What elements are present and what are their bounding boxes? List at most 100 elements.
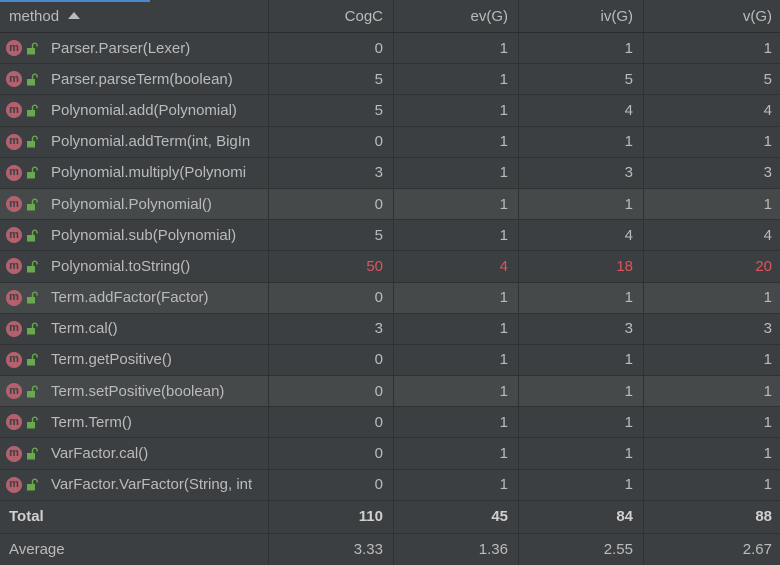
- metric-v: 1: [763, 382, 772, 400]
- method-icon: m: [6, 476, 22, 493]
- metric-v: 1: [763, 351, 772, 369]
- metric-ev: 1: [394, 438, 519, 469]
- unlocked-public-icon: [27, 478, 38, 491]
- table-row[interactable]: m Polynomial.toString() 50 4 18 20: [0, 251, 780, 283]
- unlocked-public-icon: [27, 42, 38, 55]
- metric-iv: 1: [519, 282, 644, 313]
- metric-iv: 1: [519, 344, 644, 376]
- unlocked-public-icon: [27, 135, 38, 148]
- unlocked-public-icon: [27, 260, 38, 273]
- column-header-ev[interactable]: ev(G): [394, 0, 519, 32]
- table-row[interactable]: m Polynomial.sub(Polynomial) 5 1 4 4: [0, 220, 780, 252]
- average-ev: 1.36: [394, 533, 519, 565]
- metric-iv: 4: [519, 220, 644, 251]
- metric-iv: 3: [519, 313, 644, 344]
- average-row: Average 3.33 1.36 2.55 2.67: [0, 533, 780, 565]
- method-icon: m: [6, 227, 22, 244]
- metric-iv: 4: [519, 95, 644, 126]
- unlocked-public-icon: [27, 447, 38, 460]
- method-cell: m Term.addFactor(Factor): [0, 282, 269, 313]
- table-row[interactable]: m Polynomial.multiply(Polynomi 3 1 3 3: [0, 157, 780, 189]
- metric-v: 1: [763, 476, 772, 494]
- metric-cogc: 0: [269, 344, 394, 376]
- metric-ev: 1: [394, 188, 519, 220]
- metric-ev: 1: [394, 64, 519, 95]
- table-body: m Parser.Parser(Lexer) 0 1 1 1 m Parser.parseTe…: [0, 33, 780, 501]
- method-cell: m Polynomial.sub(Polynomial): [0, 220, 269, 251]
- method-icon: m: [6, 383, 22, 400]
- table-row[interactable]: m Parser.parseTerm(boolean) 5 1 5 5: [0, 64, 780, 96]
- metric-iv: 1: [519, 126, 644, 157]
- metric-ev: 1: [394, 282, 519, 313]
- method-icon: m: [6, 445, 22, 462]
- metric-cogc: 0: [269, 126, 394, 157]
- method-icon: m: [6, 351, 22, 368]
- method-icon: m: [6, 320, 22, 337]
- metric-v: 3: [763, 164, 772, 182]
- total-v: 88: [755, 508, 772, 526]
- column-header-v-label: v(G): [742, 7, 772, 25]
- table-row[interactable]: m VarFactor.cal() 0 1 1 1: [0, 438, 780, 470]
- unlocked-public-icon: [27, 385, 38, 398]
- method-cell: m Polynomial.Polynomial(): [0, 188, 269, 220]
- metric-v: 1: [763, 289, 772, 307]
- table-row[interactable]: m Term.cal() 3 1 3 3: [0, 313, 780, 345]
- unlocked-public-icon: [27, 104, 38, 117]
- method-name: Polynomial.Polynomial(): [51, 195, 212, 213]
- column-header-iv[interactable]: iv(G): [519, 0, 644, 32]
- table-row[interactable]: m Parser.Parser(Lexer) 0 1 1 1: [0, 33, 780, 65]
- method-name: Parser.parseTerm(boolean): [51, 70, 233, 88]
- unlocked-public-icon: [27, 353, 38, 366]
- metric-cogc: 3: [269, 313, 394, 344]
- method-icon: m: [6, 133, 22, 150]
- sort-ascending-icon: [68, 11, 81, 19]
- method-name: Polynomial.addTerm(int, BigIn: [51, 133, 251, 151]
- average-cogc: 3.33: [269, 533, 394, 565]
- table-row[interactable]: m Term.addFactor(Factor) 0 1 1 1: [0, 282, 780, 314]
- total-cogc: 110: [269, 500, 394, 533]
- method-name: Term.setPositive(boolean): [51, 382, 225, 400]
- method-cell: m Parser.parseTerm(boolean): [0, 64, 269, 95]
- table-row[interactable]: m Polynomial.Polynomial() 0 1 1 1: [0, 188, 780, 221]
- method-name: VarFactor.VarFactor(String, int: [51, 476, 253, 494]
- total-ev: 45: [394, 500, 519, 533]
- table-row[interactable]: m Polynomial.add(Polynomial) 5 1 4 4: [0, 95, 780, 127]
- method-cell: m Polynomial.toString(): [0, 251, 269, 282]
- method-name: Polynomial.sub(Polynomial): [51, 226, 237, 244]
- average-v: 2.67: [742, 540, 772, 558]
- table-row[interactable]: m Term.Term() 0 1 1 1: [0, 407, 780, 439]
- metric-ev: 1: [394, 33, 519, 64]
- metric-cogc: 3: [269, 157, 394, 188]
- metric-cogc: 0: [269, 33, 394, 64]
- table-row[interactable]: m Term.getPositive() 0 1 1 1: [0, 344, 780, 377]
- metric-ev: 1: [394, 407, 519, 438]
- metric-v: 5: [763, 70, 772, 88]
- metric-cogc: 0: [269, 407, 394, 438]
- column-header-cogc[interactable]: CogC: [269, 0, 394, 32]
- method-cell: m Polynomial.addTerm(int, BigIn: [0, 126, 269, 157]
- metric-iv: 1: [519, 33, 644, 64]
- total-label: Total: [0, 500, 269, 533]
- column-header-iv-label: iv(G): [600, 7, 634, 25]
- method-cell: m VarFactor.VarFactor(String, int: [0, 469, 269, 500]
- metric-ev: 1: [394, 126, 519, 157]
- column-header-method[interactable]: method: [0, 0, 269, 32]
- metric-cogc: 5: [269, 64, 394, 95]
- column-header-v[interactable]: v(G): [644, 0, 780, 32]
- table-row[interactable]: m Term.setPositive(boolean) 0 1 1 1: [0, 376, 780, 408]
- table-header: method CogC ev(G) iv(G) v(G): [0, 0, 780, 33]
- metric-ev: 1: [394, 95, 519, 126]
- table-row[interactable]: m VarFactor.VarFactor(String, int 0 1 1 1: [0, 469, 780, 501]
- unlocked-public-icon: [27, 229, 38, 242]
- method-icon: m: [6, 40, 22, 57]
- table-row[interactable]: m Polynomial.addTerm(int, BigIn 0 1 1 1: [0, 126, 780, 158]
- metric-v: 20: [755, 257, 772, 275]
- method-icon: m: [6, 414, 22, 431]
- method-cell: m Term.cal(): [0, 313, 269, 344]
- method-cell: m Polynomial.multiply(Polynomi: [0, 157, 269, 188]
- metric-ev: 1: [394, 469, 519, 500]
- unlocked-public-icon: [27, 198, 38, 211]
- metric-cogc: 0: [269, 469, 394, 500]
- metric-iv: 3: [519, 157, 644, 188]
- metric-cogc: 0: [269, 282, 394, 313]
